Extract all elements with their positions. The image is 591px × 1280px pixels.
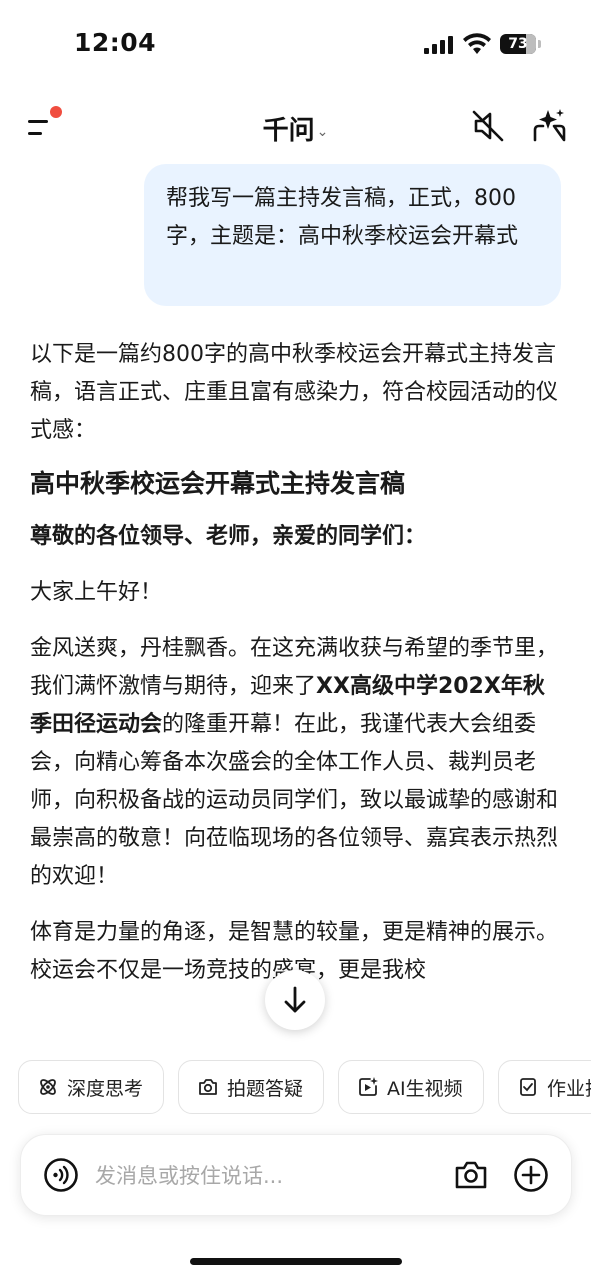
battery-icon: 73: [500, 34, 542, 54]
user-message-bubble[interactable]: 帮我写一篇主持发言稿，正式，800字，主题是：高中秋季校运会开幕式: [144, 164, 561, 306]
scroll-to-bottom-button[interactable]: [265, 970, 325, 1030]
model-name: 千问: [262, 116, 315, 146]
top-nav: 千问 ⌄: [0, 96, 591, 160]
message-input[interactable]: [95, 1155, 435, 1197]
arrow-down-icon: [284, 986, 306, 1013]
atom-icon: [40, 1079, 56, 1095]
answer-heading: 高中秋季校运会开幕式主持发言稿: [30, 469, 406, 498]
chevron-down-icon: ⌄: [316, 123, 329, 140]
video-spark-icon: [359, 1077, 378, 1096]
camera-scan-icon: [199, 1079, 217, 1095]
cellular-signal-icon: [424, 36, 454, 54]
wifi-icon: [463, 33, 491, 54]
message-composer: [20, 1134, 572, 1216]
camera-icon[interactable]: [453, 1157, 489, 1193]
home-indicator: [190, 1258, 402, 1265]
answer-intro: 以下是一篇约800字的高中秋季校运会开幕式主持发言稿，语言正式、庄重且富有感染力…: [30, 342, 559, 443]
chip-photo-question[interactable]: 拍题答疑: [178, 1060, 324, 1114]
chip-deep-think[interactable]: 深度思考: [18, 1060, 164, 1114]
battery-percent: 73: [508, 36, 528, 52]
voice-input-icon[interactable]: [43, 1157, 79, 1193]
speaker-mute-icon[interactable]: [470, 108, 506, 144]
answer-salutation: 尊敬的各位领导、老师，亲爱的同学们：: [30, 524, 427, 549]
chip-ai-video[interactable]: AI生视频: [338, 1060, 484, 1114]
answer-greeting: 大家上午好！: [30, 580, 163, 605]
answer-paragraph-1: 金风送爽，丹桂飘香。在这充满收获与希望的季节里，我们满怀激情与期待，迎来了XX高…: [30, 636, 559, 889]
homework-icon: [520, 1078, 536, 1096]
plus-icon[interactable]: [513, 1157, 549, 1193]
app-screen: 12:04 73 千问 ⌄ 帮我写一篇主持发言稿，正式，800字，主题是：高中秋…: [0, 0, 591, 1280]
status-bar: 12:04 73: [0, 0, 591, 88]
new-chat-sparkle-icon[interactable]: [530, 106, 568, 144]
chip-homework-grading[interactable]: 作业批改: [498, 1060, 591, 1114]
status-time: 12:04: [74, 28, 157, 57]
quick-actions: 深度思考 拍题答疑 AI生视频 作业批改: [0, 1060, 591, 1116]
assistant-answer: 以下是一篇约800字的高中秋季校运会开幕式主持发言稿，语言正式、庄重且富有感染力…: [30, 336, 560, 1008]
